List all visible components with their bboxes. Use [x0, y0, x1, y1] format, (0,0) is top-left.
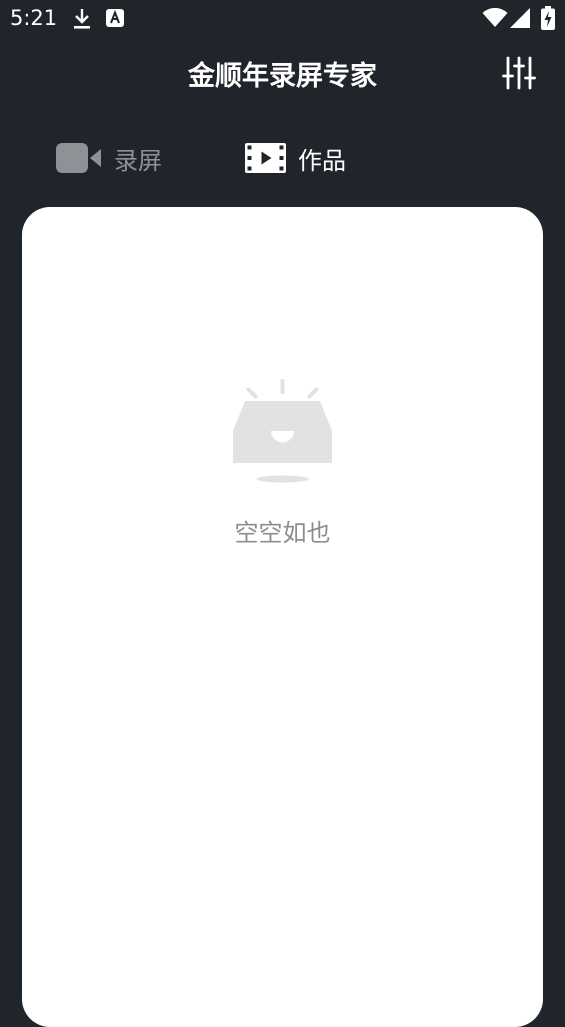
sliders-icon [502, 56, 536, 90]
tab-works-label: 作品 [298, 146, 346, 175]
empty-state-text: 空空如也 [234, 519, 331, 547]
settings-button[interactable] [500, 54, 540, 94]
keyboard-a-icon [106, 9, 124, 31]
film-icon [245, 143, 286, 173]
tab-bar: 录屏 作品 [0, 130, 565, 190]
tab-record[interactable]: 录屏 [56, 130, 162, 186]
tab-record-label: 录屏 [114, 146, 162, 175]
video-camera-icon [56, 143, 101, 173]
works-list-panel[interactable]: 空空如也 [22, 207, 543, 1027]
app-title: 金顺年录屏专家 [188, 61, 377, 92]
battery-charging-icon [541, 6, 555, 34]
tab-works[interactable]: 作品 [245, 130, 346, 186]
download-icon [72, 7, 92, 35]
app-header: 金顺年录屏专家 [0, 40, 565, 110]
wifi-icon [482, 7, 508, 32]
status-bar: 5:21 [0, 0, 565, 40]
status-time: 5:21 [10, 6, 58, 30]
empty-box-icon [233, 379, 332, 483]
signal-icon [510, 8, 530, 32]
